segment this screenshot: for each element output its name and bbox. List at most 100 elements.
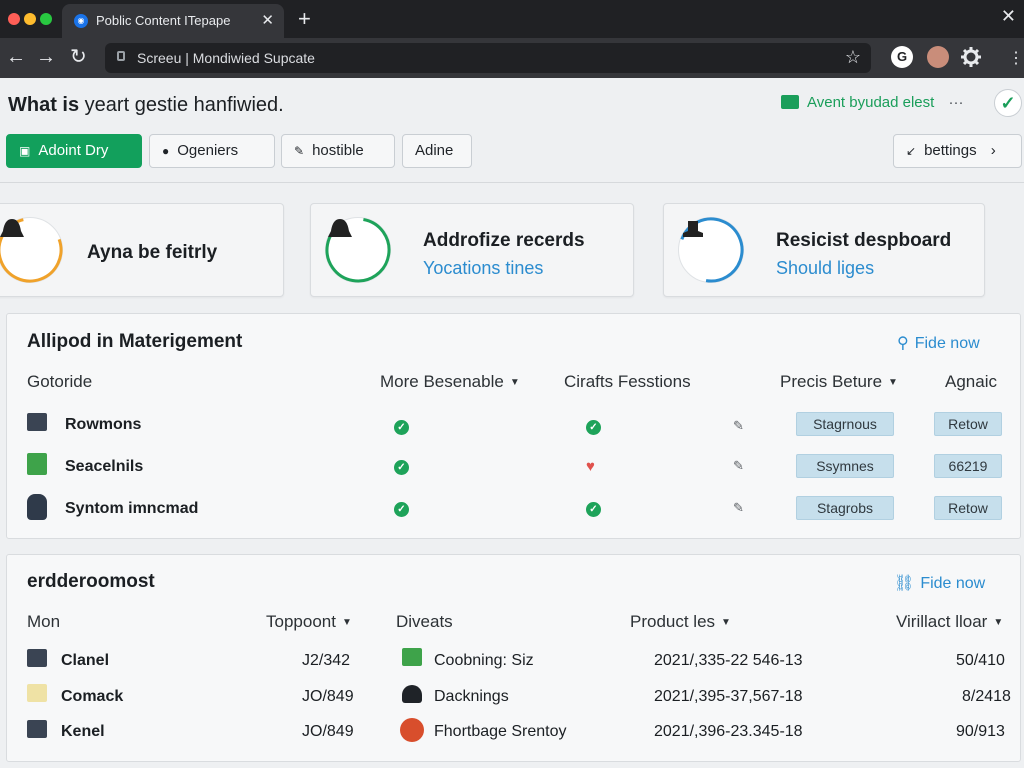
- management-panel: Allipod in Materigement ⚲ Fide now Gotori…: [6, 313, 1021, 539]
- card-subtitle[interactable]: Should liges: [776, 258, 874, 279]
- address-bar[interactable]: Screeu | Mondiwied Supcate ☆: [105, 43, 871, 73]
- lock-icon: ●: [162, 144, 170, 158]
- status-badge[interactable]: 66219: [934, 454, 1002, 478]
- back-icon[interactable]: ←: [6, 46, 26, 68]
- more-icon[interactable]: ···: [949, 94, 964, 111]
- adine-button[interactable]: Adine: [402, 134, 472, 168]
- lock-icon: [117, 51, 125, 61]
- folder-icon: [27, 413, 47, 431]
- forward-icon[interactable]: →: [36, 46, 56, 68]
- window-minimize-dot[interactable]: [24, 13, 36, 25]
- status-badge[interactable]: Ssymnes: [796, 454, 894, 478]
- check-circle-icon: ✓: [586, 502, 601, 517]
- check-circle-icon: ✓: [394, 420, 409, 435]
- table-cell-code: JO/849: [302, 688, 354, 705]
- status-badge[interactable]: Stagrnous: [796, 412, 894, 436]
- caret-down-icon: ▼: [341, 617, 352, 628]
- ogeniers-button[interactable]: ● Ogeniers: [149, 134, 275, 168]
- reload-icon[interactable]: ↻: [70, 46, 87, 68]
- document-icon: [27, 684, 47, 702]
- check-circle-icon: ✓: [586, 420, 601, 435]
- column-header[interactable]: Agnaic: [945, 372, 997, 392]
- chevron-right-icon: ›: [990, 142, 996, 159]
- bag-icon: [27, 494, 47, 520]
- avatar[interactable]: [927, 46, 949, 68]
- column-header[interactable]: Product les ▼: [630, 612, 731, 632]
- card-subtitle[interactable]: Yocations tines: [423, 258, 543, 279]
- box-icon: [402, 648, 422, 666]
- header-status[interactable]: Avent byudad elest ···: [781, 94, 964, 111]
- summary-card-3[interactable]: Resicist despboard Should liges: [663, 203, 985, 297]
- bell-icon: [328, 219, 352, 237]
- table-cell-item[interactable]: Coobning: Siz: [434, 652, 534, 670]
- column-header[interactable]: Cirafts Fesstions: [564, 372, 691, 392]
- table-cell-product: 2021/,396-23.345-18: [654, 723, 803, 740]
- check-circle-icon: ✓: [394, 460, 409, 475]
- table-cell-item[interactable]: Dacknings: [434, 688, 509, 706]
- table-row-name[interactable]: Kenel: [61, 723, 105, 741]
- adoint-dry-button[interactable]: ▣ Adoint Dry: [6, 134, 142, 168]
- gear-icon[interactable]: [960, 46, 982, 68]
- table-row-name[interactable]: Syntom imncmad: [65, 500, 198, 518]
- header-status-text: Avent byudad elest: [807, 94, 935, 111]
- pin-icon: ⚲: [897, 335, 909, 352]
- url-text: Screeu | Mondiwied Supcate: [137, 50, 315, 66]
- window-close-icon[interactable]: ✕: [1001, 6, 1016, 27]
- status-badge[interactable]: Retow: [934, 412, 1002, 436]
- edit-icon[interactable]: ✎: [733, 500, 744, 516]
- table-cell-product: 2021/,335-22 546-13: [654, 652, 803, 669]
- table-cell-value: 8/2418: [962, 688, 1011, 705]
- column-header[interactable]: Diveats: [396, 612, 453, 632]
- column-header[interactable]: Gotoride: [27, 372, 92, 392]
- column-header[interactable]: Precis Beture ▼: [780, 372, 898, 392]
- column-header[interactable]: Virillact lloar ▼: [896, 612, 1003, 632]
- panel-title: Allipod in Materigement: [27, 331, 243, 352]
- browser-menu-icon[interactable]: ⋮: [1008, 48, 1024, 68]
- window-maximize-dot[interactable]: [40, 13, 52, 25]
- fide-now-link[interactable]: ⛓ Fide now: [894, 573, 985, 593]
- fide-now-link[interactable]: ⚲ Fide now: [897, 333, 980, 353]
- progress-ring: [325, 217, 391, 283]
- edit-icon[interactable]: ✎: [733, 458, 744, 474]
- clipboard-icon: ▣: [19, 144, 31, 158]
- pencil-icon: ✎: [294, 144, 305, 158]
- favicon-icon: ◉: [74, 14, 88, 28]
- table-row-name[interactable]: Clanel: [61, 652, 109, 670]
- bell-icon: [683, 221, 703, 237]
- summary-card-1[interactable]: Ayna be feitrly: [0, 203, 284, 297]
- status-badge[interactable]: Retow: [934, 496, 1002, 520]
- tab-close-icon[interactable]: ✕: [261, 11, 274, 29]
- google-account-icon[interactable]: G: [891, 46, 913, 68]
- new-tab-button[interactable]: +: [298, 6, 311, 32]
- box-icon: [27, 453, 47, 475]
- table-row-name[interactable]: Comack: [61, 688, 123, 706]
- browser-tab[interactable]: ◉ Poblic Content ITepape ✕: [62, 4, 284, 38]
- folder-icon: [27, 720, 47, 738]
- status-badge[interactable]: Stagrobs: [796, 496, 894, 520]
- caret-down-icon: ▼: [509, 377, 520, 388]
- bell-icon: [402, 685, 422, 703]
- records-panel: erdderoomost ⛓ Fide now Mon Toppoont ▼ Div…: [6, 554, 1021, 762]
- browser-tab-bar: ◉ Poblic Content ITepape ✕ + ✕: [0, 0, 1024, 38]
- column-header[interactable]: Mon: [27, 612, 60, 632]
- check-icon[interactable]: ✓: [994, 89, 1022, 117]
- column-header[interactable]: More Besenable ▼: [380, 372, 520, 392]
- tab-title: Poblic Content ITepape: [96, 13, 231, 28]
- table-row-name[interactable]: Seacelnils: [65, 458, 143, 476]
- link-icon: ⛓: [894, 575, 915, 592]
- column-header[interactable]: Toppoont ▼: [266, 612, 352, 632]
- fire-icon: [400, 718, 424, 742]
- table-cell-item[interactable]: Fhortbage Srentoy: [434, 723, 567, 741]
- card-title: Ayna be feitrly: [87, 242, 218, 263]
- table-cell-code: JO/849: [302, 723, 354, 740]
- bookmark-star-icon[interactable]: ☆: [845, 47, 861, 68]
- window-close-dot[interactable]: [8, 13, 20, 25]
- settings-button[interactable]: ↙ bettings ›: [893, 134, 1022, 168]
- summary-card-2[interactable]: Addrofize recerds Yocations tines: [310, 203, 634, 297]
- edit-icon[interactable]: ✎: [733, 418, 744, 434]
- check-circle-icon: ✓: [394, 502, 409, 517]
- table-row-name[interactable]: Rowmons: [65, 416, 141, 434]
- card-title: Addrofize recerds: [423, 230, 585, 251]
- caret-down-icon: ▼: [888, 377, 898, 388]
- hostible-button[interactable]: ✎ hostible: [281, 134, 395, 168]
